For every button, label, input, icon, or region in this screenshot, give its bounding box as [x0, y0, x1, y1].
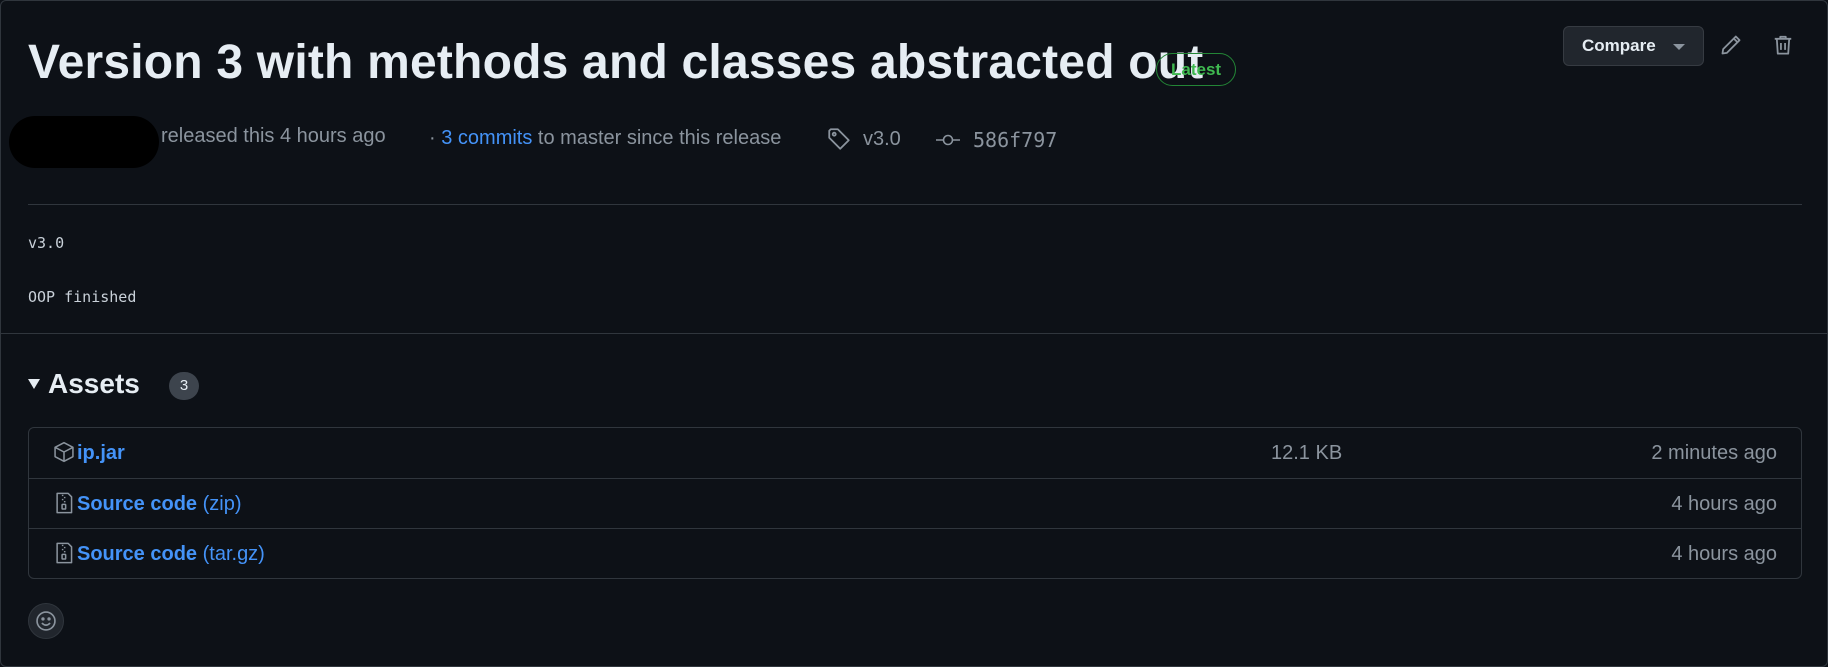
asset-name: ip.jar [77, 442, 125, 464]
package-icon [54, 441, 74, 463]
edit-button[interactable] [1717, 31, 1745, 59]
trash-icon [1774, 35, 1792, 55]
asset-name: Source code [77, 493, 198, 515]
commits-suffix: to master since this release [537, 127, 782, 149]
tag-label: v3.0 [863, 127, 901, 150]
asset-row: Source code (tar.gz) 4 hours ago [29, 528, 1801, 578]
asset-time: 4 hours ago [1671, 543, 1777, 565]
release-notes-line-2: OOP finished [28, 288, 137, 306]
pencil-icon [1721, 35, 1741, 55]
assets-heading: Assets [48, 368, 140, 399]
asset-row: ip.jar 12.1 KB 2 minutes ago [29, 428, 1801, 478]
asset-row: Source code (zip) 4 hours ago [29, 478, 1801, 528]
author-avatar-redacted [9, 116, 159, 168]
asset-time: 4 hours ago [1671, 493, 1777, 515]
tag-link[interactable]: v3.0 [827, 127, 901, 151]
chevron-down-icon [1673, 44, 1685, 50]
section-divider [1, 333, 1828, 334]
assets-toggle[interactable]: Assets [28, 368, 140, 400]
tag-icon [828, 128, 850, 150]
release-card: Version 3 with methods and classes abstr… [0, 0, 1828, 667]
assets-list: ip.jar 12.1 KB 2 minutes ago Source code… [28, 427, 1802, 579]
file-zip-icon [56, 542, 73, 564]
triangle-down-icon [28, 379, 40, 389]
add-reaction-button[interactable] [28, 603, 64, 639]
commits-link[interactable]: 3 commits [441, 127, 532, 149]
file-zip-icon [56, 492, 73, 514]
released-text: released this 4 hours ago [161, 125, 386, 147]
header-divider [28, 204, 1802, 205]
delete-button[interactable] [1769, 31, 1797, 59]
latest-badge: Latest [1156, 53, 1237, 86]
release-notes-line-1: v3.0 [28, 234, 65, 252]
release-title[interactable]: Version 3 with methods and classes abstr… [28, 35, 1204, 90]
asset-size: 12.1 KB [1271, 442, 1343, 464]
asset-format: (tar.gz) [202, 543, 265, 565]
compare-button[interactable]: Compare [1563, 26, 1704, 66]
commits-separator: · [429, 127, 436, 149]
asset-link[interactable]: Source code (tar.gz) [77, 543, 265, 566]
git-commit-icon [936, 134, 960, 146]
asset-format: (zip) [202, 493, 242, 515]
compare-button-label: Compare [1582, 36, 1656, 55]
asset-name: Source code [77, 543, 198, 565]
commit-link[interactable]: 586f797 [935, 128, 1057, 152]
smiley-icon [36, 611, 56, 631]
asset-link[interactable]: Source code (zip) [77, 493, 242, 516]
commits-info: · 3 commits to master since this release [429, 127, 781, 150]
asset-time: 2 minutes ago [1651, 442, 1777, 464]
assets-count-badge: 3 [169, 372, 199, 400]
commit-sha: 586f797 [973, 128, 1058, 152]
asset-link[interactable]: ip.jar [77, 442, 125, 465]
